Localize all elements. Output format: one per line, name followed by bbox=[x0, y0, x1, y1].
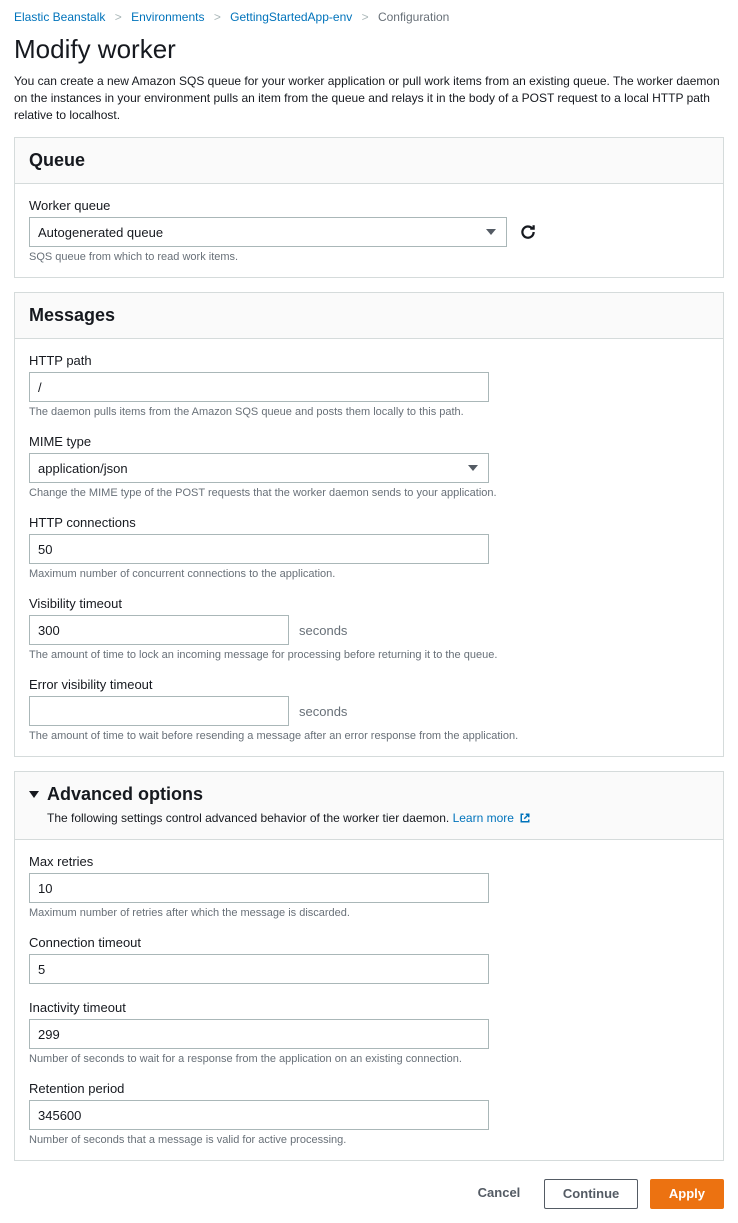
inactivity-timeout-help: Number of seconds to wait for a response… bbox=[29, 1053, 709, 1065]
max-retries-help: Maximum number of retries after which th… bbox=[29, 907, 709, 919]
worker-queue-label: Worker queue bbox=[29, 198, 709, 213]
chevron-down-icon bbox=[468, 465, 478, 471]
error-visibility-timeout-help: The amount of time to wait before resend… bbox=[29, 730, 709, 742]
cancel-button[interactable]: Cancel bbox=[466, 1179, 533, 1209]
page-title: Modify worker bbox=[14, 34, 724, 65]
breadcrumb-sep: > bbox=[115, 10, 122, 24]
breadcrumb-environments[interactable]: Environments bbox=[131, 10, 204, 24]
continue-button[interactable]: Continue bbox=[544, 1179, 638, 1209]
advanced-options-heading: Advanced options bbox=[47, 784, 203, 805]
messages-heading: Messages bbox=[15, 293, 723, 339]
http-path-label: HTTP path bbox=[29, 353, 709, 368]
http-connections-label: HTTP connections bbox=[29, 515, 709, 530]
advanced-options-subtext: The following settings control advanced … bbox=[47, 811, 449, 825]
mime-type-value: application/json bbox=[38, 461, 128, 476]
http-connections-help: Maximum number of concurrent connections… bbox=[29, 568, 709, 580]
connection-timeout-label: Connection timeout bbox=[29, 935, 709, 950]
worker-queue-help: SQS queue from which to read work items. bbox=[29, 251, 709, 263]
retention-period-label: Retention period bbox=[29, 1081, 709, 1096]
breadcrumb-sep: > bbox=[214, 10, 221, 24]
external-link-icon bbox=[519, 812, 531, 827]
mime-type-label: MIME type bbox=[29, 434, 709, 449]
visibility-timeout-label: Visibility timeout bbox=[29, 596, 709, 611]
max-retries-input[interactable] bbox=[29, 873, 489, 903]
page-description: You can create a new Amazon SQS queue fo… bbox=[14, 73, 724, 123]
advanced-options-toggle[interactable]: Advanced options bbox=[29, 784, 709, 805]
http-path-help: The daemon pulls items from the Amazon S… bbox=[29, 406, 709, 418]
refresh-icon[interactable] bbox=[519, 223, 537, 241]
messages-panel: Messages HTTP path The daemon pulls item… bbox=[14, 292, 724, 757]
connection-timeout-input[interactable] bbox=[29, 954, 489, 984]
action-buttons: Cancel Continue Apply bbox=[0, 1175, 738, 1223]
mime-type-select[interactable]: application/json bbox=[29, 453, 489, 483]
mime-type-help: Change the MIME type of the POST request… bbox=[29, 487, 709, 499]
retention-period-input[interactable] bbox=[29, 1100, 489, 1130]
breadcrumb-elastic-beanstalk[interactable]: Elastic Beanstalk bbox=[14, 10, 105, 24]
inactivity-timeout-input[interactable] bbox=[29, 1019, 489, 1049]
http-path-input[interactable] bbox=[29, 372, 489, 402]
error-visibility-timeout-input[interactable] bbox=[29, 696, 289, 726]
visibility-timeout-unit: seconds bbox=[299, 623, 347, 638]
max-retries-label: Max retries bbox=[29, 854, 709, 869]
http-connections-input[interactable] bbox=[29, 534, 489, 564]
queue-heading: Queue bbox=[15, 138, 723, 184]
worker-queue-value: Autogenerated queue bbox=[38, 225, 163, 240]
error-visibility-timeout-label: Error visibility timeout bbox=[29, 677, 709, 692]
inactivity-timeout-label: Inactivity timeout bbox=[29, 1000, 709, 1015]
breadcrumb: Elastic Beanstalk > Environments > Getti… bbox=[0, 0, 738, 30]
advanced-options-panel: Advanced options The following settings … bbox=[14, 771, 724, 1161]
error-visibility-timeout-unit: seconds bbox=[299, 704, 347, 719]
queue-panel: Queue Worker queue Autogenerated queue bbox=[14, 137, 724, 278]
breadcrumb-sep: > bbox=[362, 10, 369, 24]
breadcrumb-app-env[interactable]: GettingStartedApp-env bbox=[230, 10, 352, 24]
learn-more-link[interactable]: Learn more bbox=[453, 811, 532, 825]
chevron-down-icon bbox=[486, 229, 496, 235]
apply-button[interactable]: Apply bbox=[650, 1179, 724, 1209]
caret-down-icon bbox=[29, 791, 39, 798]
visibility-timeout-help: The amount of time to lock an incoming m… bbox=[29, 649, 709, 661]
breadcrumb-configuration: Configuration bbox=[378, 10, 449, 24]
worker-queue-select[interactable]: Autogenerated queue bbox=[29, 217, 507, 247]
visibility-timeout-input[interactable] bbox=[29, 615, 289, 645]
retention-period-help: Number of seconds that a message is vali… bbox=[29, 1134, 709, 1146]
